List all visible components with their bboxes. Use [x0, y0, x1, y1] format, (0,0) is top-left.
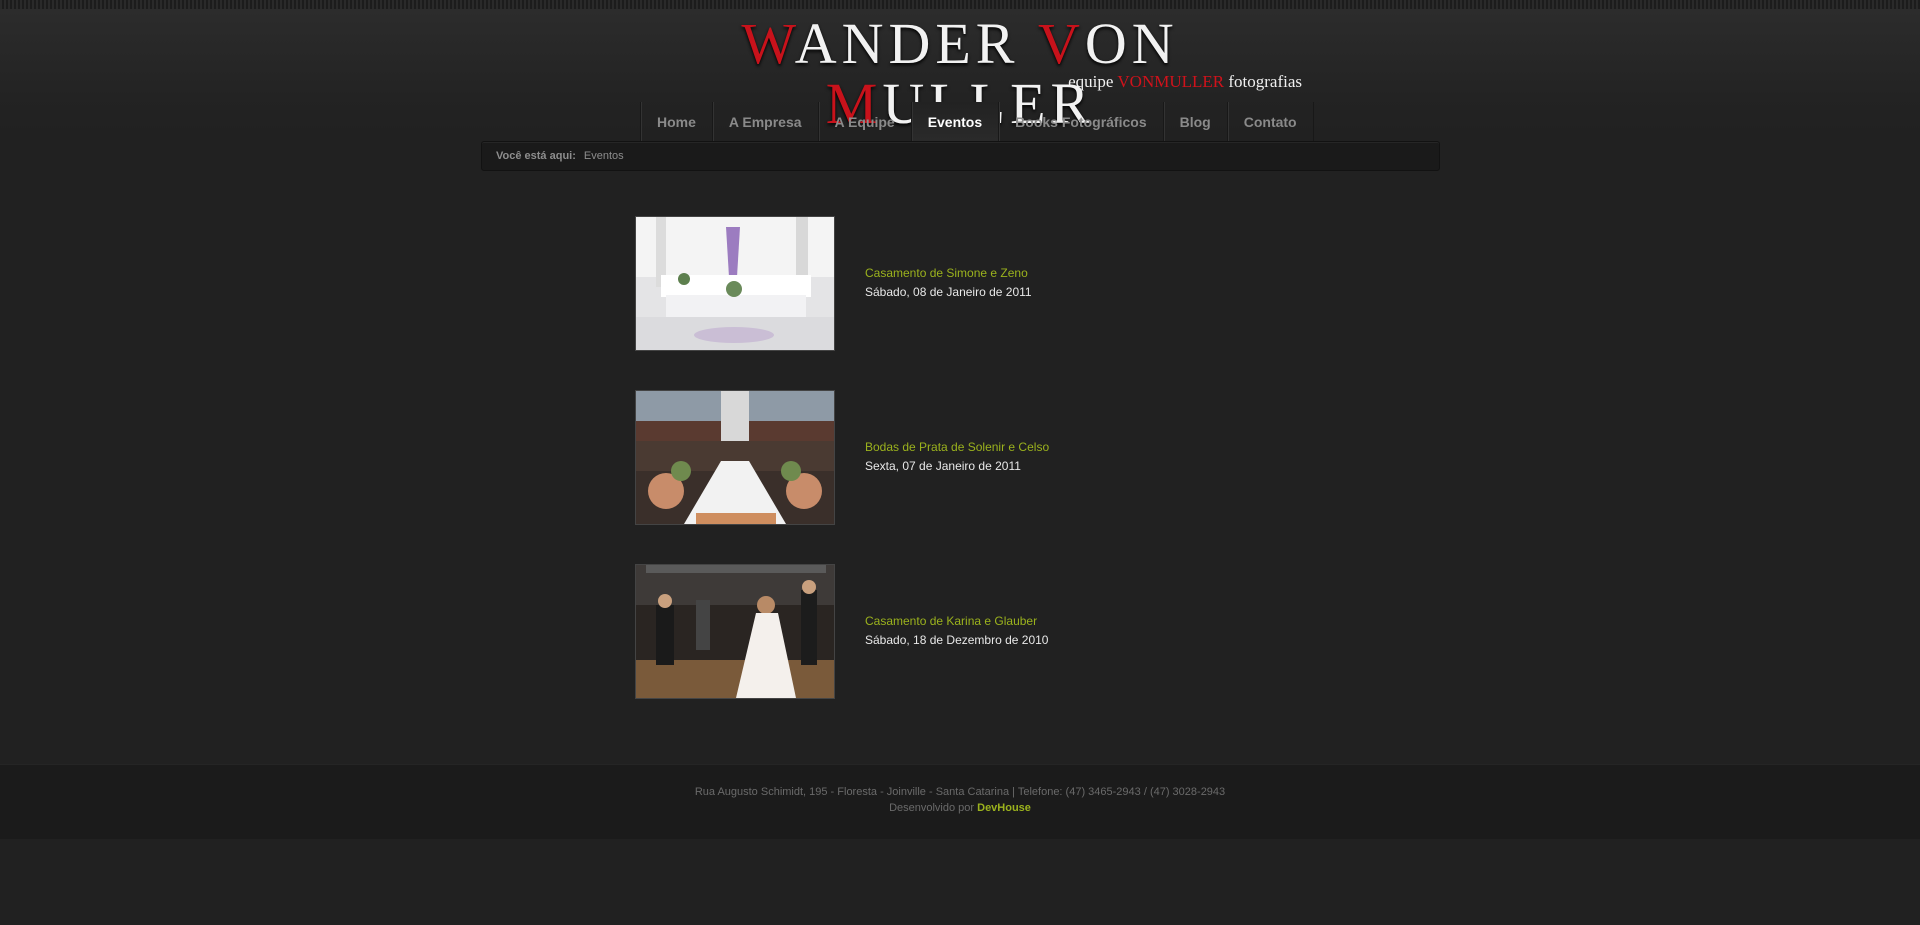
devhouse-link[interactable]: DevHouse — [977, 802, 1031, 814]
event-title-link[interactable]: Bodas de Prata de Solenir e Celso — [865, 440, 1049, 454]
event-thumbnail[interactable] — [635, 390, 835, 525]
nav-item-contato[interactable]: Contato — [1228, 102, 1314, 142]
event-date: Sexta, 07 de Janeiro de 2011 — [865, 459, 1021, 473]
main-nav: Home A Empresa A Equipe Eventos Books Fo… — [640, 102, 1314, 142]
footer-credits: Desenvolvido por DevHouse — [0, 802, 1920, 814]
logo-subtitle-post: fotografias — [1224, 72, 1302, 91]
event-title-link[interactable]: Casamento de Karina e Glauber — [865, 614, 1048, 628]
logo-subtitle-pre: equipe — [1068, 72, 1118, 91]
event-info: Casamento de Simone e Zeno Sábado, 08 de… — [865, 266, 1032, 299]
footer-dev-prefix: Desenvolvido por — [889, 802, 978, 814]
site-footer: Rua Augusto Schimidt, 195 - Floresta - J… — [0, 764, 1920, 839]
event-item: Bodas de Prata de Solenir e Celso Sexta,… — [635, 390, 1195, 526]
logo-initial: V — [1037, 11, 1085, 76]
event-item: Casamento de Karina e Glauber Sábado, 18… — [635, 564, 1195, 700]
logo-word: ANDER — [794, 11, 1020, 76]
event-item: Casamento de Simone e Zeno Sábado, 08 de… — [635, 216, 1195, 352]
event-info: Casamento de Karina e Glauber Sábado, 18… — [865, 614, 1048, 647]
breadcrumb-current: Eventos — [583, 150, 624, 162]
event-thumbnail[interactable] — [635, 564, 835, 699]
top-strip — [0, 0, 1920, 9]
nav-item-eventos[interactable]: Eventos — [911, 102, 1000, 142]
nav-item-a-equipe[interactable]: A Equipe — [819, 102, 912, 142]
nav-item-books-fotograficos[interactable]: Books Fotográficos — [999, 102, 1164, 142]
breadcrumb: Você está aqui: Eventos — [481, 141, 1440, 171]
event-info: Bodas de Prata de Solenir e Celso Sexta,… — [865, 440, 1049, 473]
event-date: Sábado, 18 de Dezembro de 2010 — [865, 633, 1049, 647]
site-header: WANDER VON MULLER equipe VONMULLER fotog… — [0, 9, 1920, 142]
breadcrumb-label: Você está aqui: — [496, 150, 576, 162]
logo-subtitle-brand: VONMULLER — [1117, 72, 1225, 91]
site-logo[interactable]: WANDER VON MULLER equipe VONMULLER fotog… — [610, 11, 1310, 134]
logo-subtitle: equipe VONMULLER fotografias — [1068, 72, 1302, 92]
nav-item-home[interactable]: Home — [641, 102, 713, 142]
logo-word: ON — [1084, 11, 1179, 76]
footer-address: Rua Augusto Schimidt, 195 - Floresta - J… — [694, 786, 1226, 798]
event-date: Sábado, 08 de Janeiro de 2011 — [865, 285, 1032, 299]
logo-initial: W — [741, 11, 795, 76]
event-thumbnail[interactable] — [635, 216, 835, 351]
nav-item-a-empresa[interactable]: A Empresa — [713, 102, 819, 142]
event-title-link[interactable]: Casamento de Simone e Zeno — [865, 266, 1032, 280]
nav-item-blog[interactable]: Blog — [1164, 102, 1228, 142]
